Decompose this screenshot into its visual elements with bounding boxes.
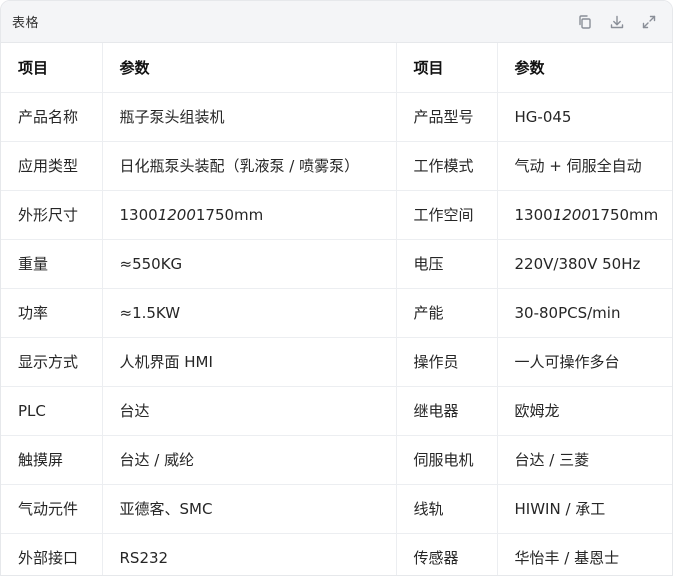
table-row: 重量 ≈550KG 电压 220V/380V 50Hz — [1, 239, 672, 289]
table-cell: 台达 / 威纶 — [101, 435, 396, 485]
table-row: 功率 ≈1.5KW 产能 30-80PCS/min — [1, 288, 672, 338]
expand-icon[interactable] — [640, 13, 658, 31]
table-panel: 表格 项目 参数 项目 参数 产品名称 瓶子泵头组装机 产品型号 HG-045 … — [0, 0, 673, 576]
table-cell: RS232 — [101, 533, 396, 575]
header-param: 参数 — [496, 43, 672, 93]
table-cell: 伺服电机 — [395, 435, 497, 485]
table-cell: 人机界面 HMI — [101, 337, 396, 387]
panel-title: 表格 — [12, 16, 40, 31]
table-cell: 气动 + 伺服全自动 — [496, 141, 672, 191]
table-cell: 工作空间 — [395, 190, 497, 240]
table-row: PLC 台达 继电器 欧姆龙 — [1, 386, 672, 436]
table-cell: 产品型号 — [395, 92, 497, 142]
table-cell: 220V/380V 50Hz — [496, 239, 672, 289]
table-cell: 台达 / 三菱 — [496, 435, 672, 485]
table-cell: HIWIN / 承工 — [496, 484, 672, 534]
table-cell: 华怡丰 / 基恩士 — [496, 533, 672, 575]
table-cell: 操作员 — [395, 337, 497, 387]
dim-c: 1750mm — [195, 205, 264, 224]
table-cell: 显示方式 — [1, 337, 102, 387]
dim-b: 1200 — [552, 205, 591, 224]
copy-icon[interactable] — [576, 13, 594, 31]
table-cell: 传感器 — [395, 533, 497, 575]
table-row: 产品名称 瓶子泵头组装机 产品型号 HG-045 — [1, 92, 672, 142]
table-cell: 应用类型 — [1, 141, 102, 191]
table-row: 触摸屏 台达 / 威纶 伺服电机 台达 / 三菱 — [1, 435, 672, 485]
table-row: 外形尺寸 130012001750mm 工作空间 130012001750mm — [1, 190, 672, 240]
table-cell: 气动元件 — [1, 484, 102, 534]
table-cell: 30-80PCS/min — [496, 288, 672, 338]
table-cell: 产品名称 — [1, 92, 102, 142]
table-cell: 一人可操作多台 — [496, 337, 672, 387]
table-cell: ≈1.5KW — [101, 288, 396, 338]
dim-a: 1300 — [514, 205, 553, 224]
table-cell: 电压 — [395, 239, 497, 289]
table-cell: 重量 — [1, 239, 102, 289]
dim-b: 1200 — [157, 205, 196, 224]
toolbar — [576, 13, 658, 31]
table-cell-workspace: 130012001750mm — [496, 190, 672, 240]
table-cell: 日化瓶泵头装配（乳液泵 / 喷雾泵） — [101, 141, 396, 191]
table-cell: 触摸屏 — [1, 435, 102, 485]
table-cell: 功率 — [1, 288, 102, 338]
table-row: 显示方式 人机界面 HMI 操作员 一人可操作多台 — [1, 337, 672, 387]
table-cell: 亚德客、SMC — [101, 484, 396, 534]
table-cell: 欧姆龙 — [496, 386, 672, 436]
table-header-bar: 表格 — [1, 1, 672, 43]
table-cell: 产能 — [395, 288, 497, 338]
table-cell: PLC — [1, 386, 102, 436]
table-row: 外部接口 RS232 传感器 华怡丰 / 基恩士 — [1, 533, 672, 575]
dim-c: 1750mm — [590, 205, 659, 224]
table-row: 应用类型 日化瓶泵头装配（乳液泵 / 喷雾泵） 工作模式 气动 + 伺服全自动 — [1, 141, 672, 191]
table-cell: 台达 — [101, 386, 396, 436]
spec-table: 项目 参数 项目 参数 产品名称 瓶子泵头组装机 产品型号 HG-045 应用类… — [1, 43, 672, 575]
table-cell-dimensions: 130012001750mm — [101, 190, 396, 240]
header-item: 项目 — [395, 43, 497, 93]
table-cell: ≈550KG — [101, 239, 396, 289]
header-param: 参数 — [101, 43, 396, 93]
table-cell: 工作模式 — [395, 141, 497, 191]
dim-a: 1300 — [119, 205, 158, 224]
table-cell: 外形尺寸 — [1, 190, 102, 240]
table-cell: 外部接口 — [1, 533, 102, 575]
table-header-row: 项目 参数 项目 参数 — [1, 43, 672, 93]
header-item: 项目 — [1, 43, 102, 93]
table-cell: 继电器 — [395, 386, 497, 436]
table-cell: 瓶子泵头组装机 — [101, 92, 396, 142]
table-cell: 线轨 — [395, 484, 497, 534]
table-cell: HG-045 — [496, 92, 672, 142]
table-row: 气动元件 亚德客、SMC 线轨 HIWIN / 承工 — [1, 484, 672, 534]
download-icon[interactable] — [608, 13, 626, 31]
